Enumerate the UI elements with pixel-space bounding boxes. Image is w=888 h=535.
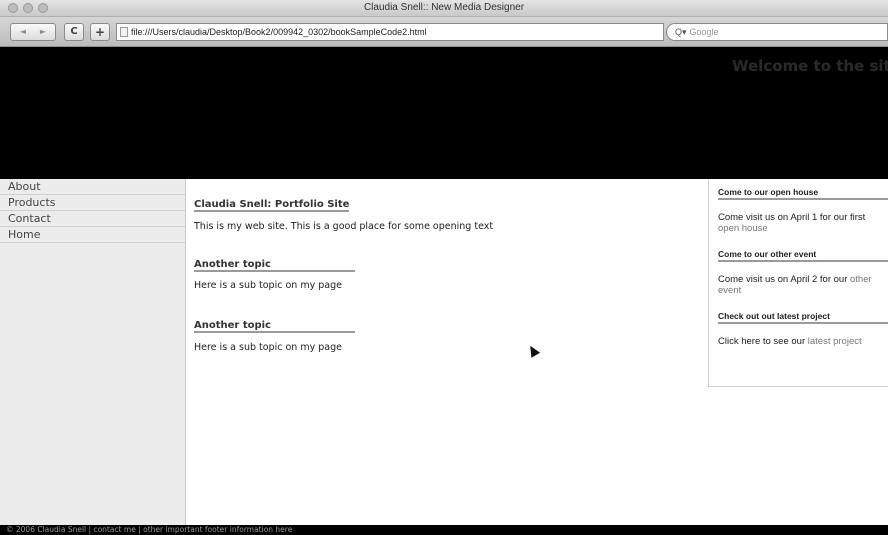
forward-button[interactable]: ► (33, 24, 53, 40)
section-text: Here is a sub topic on my page (194, 342, 342, 353)
sidebar-text: Click here to see our latest project (718, 336, 888, 347)
nav-item-home[interactable]: Home (0, 227, 185, 243)
sidebar-text: Come visit us on April 2 for our other e… (718, 274, 888, 296)
add-bookmark-button[interactable]: + (90, 23, 110, 41)
sidebar-heading: Check out out latest project (718, 311, 888, 324)
sidebar-text-body: Come visit us on April 2 for our (718, 274, 850, 285)
sidebar-text-body: Come visit us on April 1 for our first (718, 212, 866, 223)
section-text: This is my web site. This is a good plac… (194, 221, 494, 232)
address-bar[interactable]: file:///Users/claudia/Desktop/Book2/0099… (116, 23, 664, 41)
back-forward-buttons: ◄ ► (10, 23, 56, 41)
section-text: Here is a sub topic on my page (194, 280, 342, 291)
window-titlebar: Claudia Snell:: New Media Designer (0, 0, 888, 17)
nav-item-about[interactable]: About (0, 179, 185, 195)
site-footer: © 2006 Claudia Snell | contact me | othe… (0, 525, 888, 535)
left-navigation: About Products Contact Home (0, 179, 186, 525)
search-placeholder: Google (689, 27, 719, 37)
nav-item-contact[interactable]: Contact (0, 211, 185, 227)
latest-project-link[interactable]: latest project (808, 336, 862, 347)
section-heading: Another topic (194, 259, 355, 272)
section-heading: Claudia Snell: Portfolio Site (194, 199, 350, 212)
window-title: Claudia Snell:: New Media Designer (363, 2, 525, 13)
site-header: Welcome to the site (0, 47, 888, 179)
address-url: file:///Users/claudia/Desktop/Book2/0099… (131, 27, 427, 37)
section-heading: Another topic (194, 320, 355, 333)
page-icon (120, 27, 128, 37)
search-icon: Q▾ (675, 27, 687, 37)
open-house-link[interactable]: open house (718, 223, 768, 234)
back-button[interactable]: ◄ (13, 24, 33, 40)
sidebar-text: Come visit us on April 1 for our first o… (718, 212, 888, 234)
sidebar-heading: Come to our open house (718, 187, 888, 200)
sidebar-text-body: Click here to see our (718, 336, 808, 347)
search-field[interactable]: Q▾ Google (666, 23, 888, 41)
right-sidebar: Come to our open house Come visit us on … (708, 179, 888, 387)
header-title: Welcome to the site (732, 57, 888, 75)
main-content: Claudia Snell: Portfolio Site This is my… (186, 179, 708, 525)
sidebar-heading: Come to our other event (718, 249, 888, 262)
nav-item-products[interactable]: Products (0, 195, 185, 211)
browser-toolbar: ◄ ► C + file:///Users/claudia/Desktop/Boo… (0, 17, 888, 47)
reload-button[interactable]: C (64, 23, 84, 41)
